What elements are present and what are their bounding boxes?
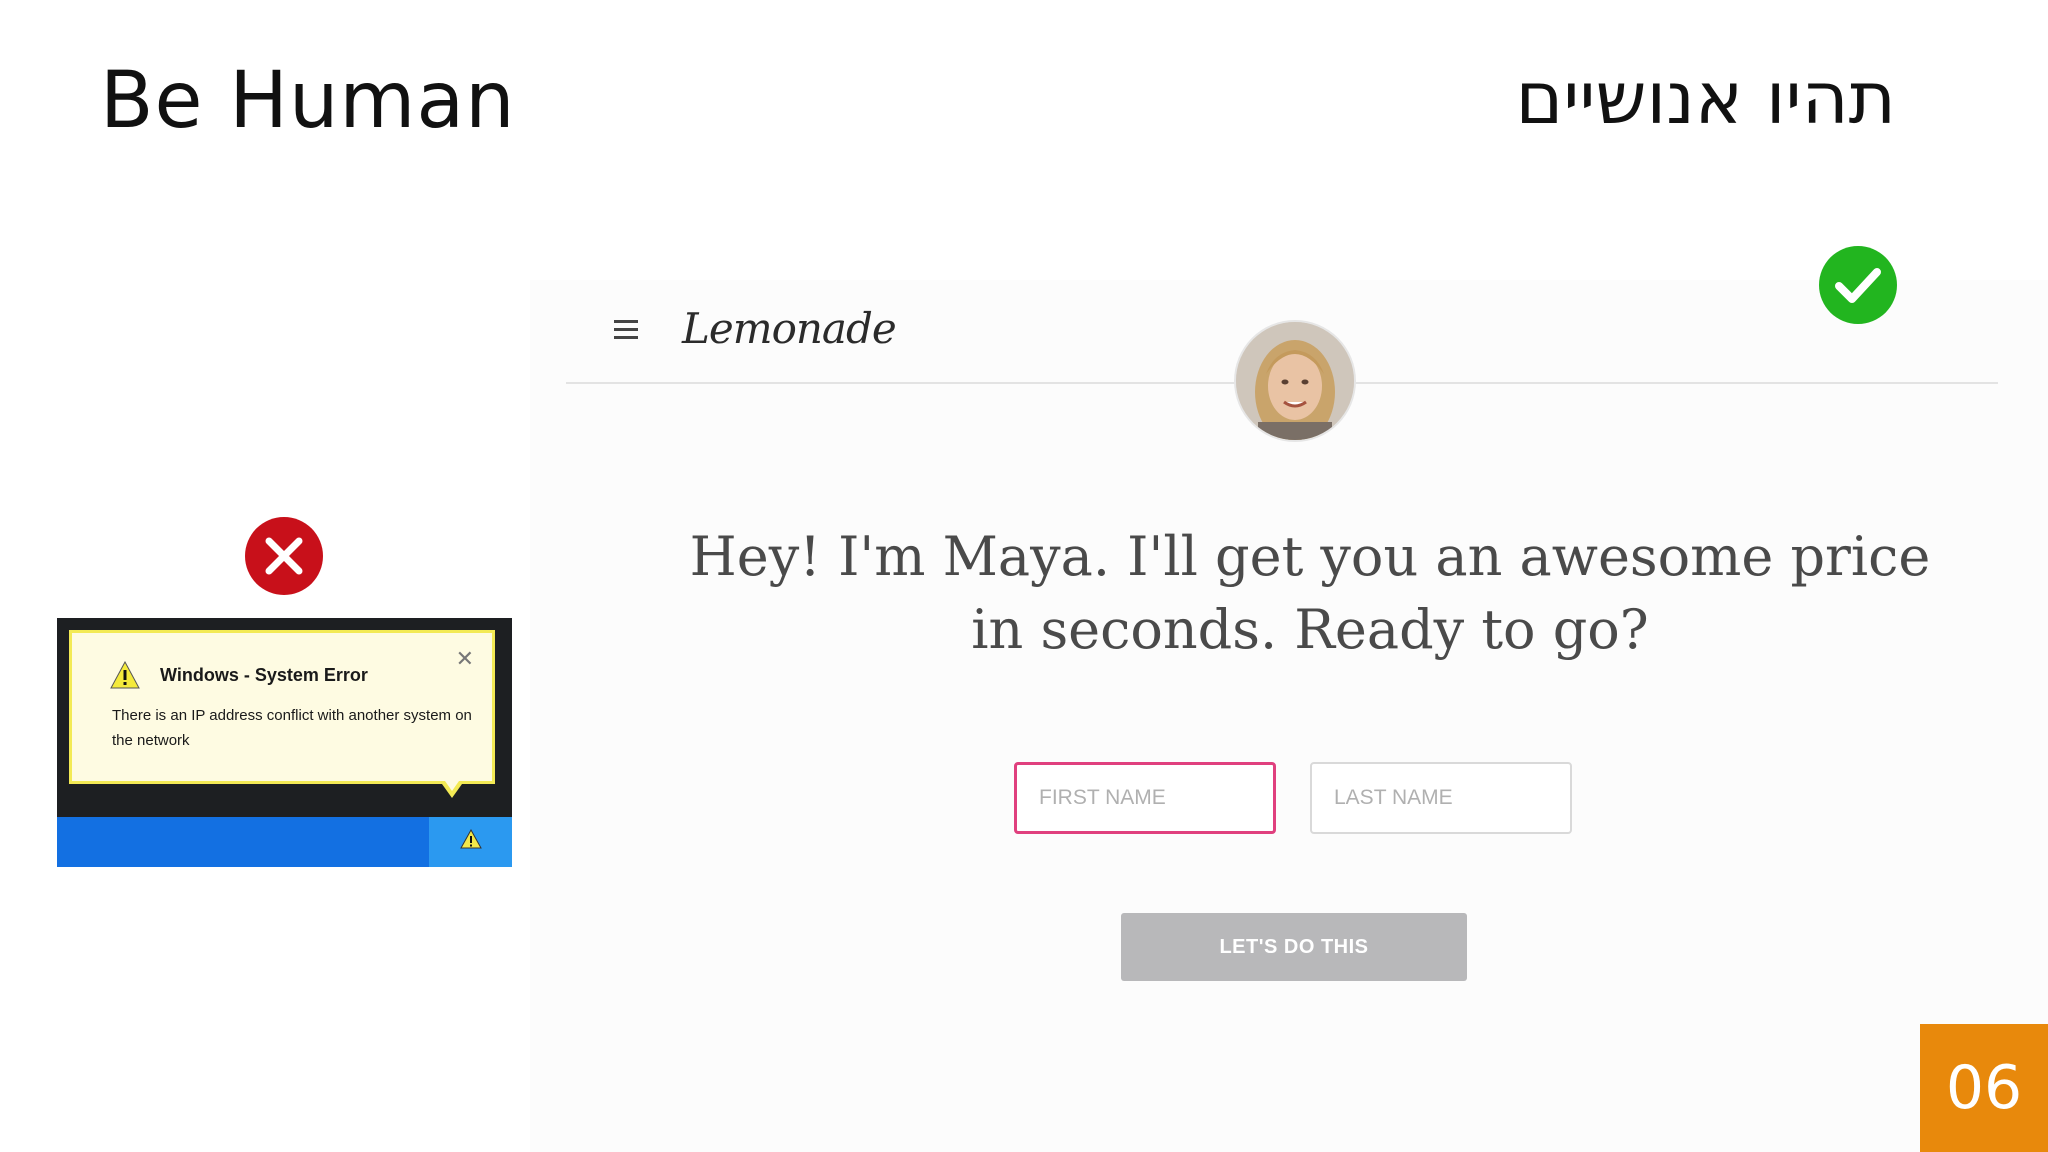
maya-avatar — [1236, 322, 1354, 440]
error-balloon: Windows - System Error ✕ There is an IP … — [69, 630, 495, 784]
close-icon[interactable]: ✕ — [456, 649, 474, 671]
page-number-badge: 06 — [1920, 1024, 2048, 1152]
lemonade-screenshot: Lemonade Hey! I'm Maya. I'll get you an … — [530, 280, 2048, 1152]
slide-title-english: Be Human — [100, 56, 516, 146]
slide-title-hebrew: תהיו אנושיים — [1515, 56, 1896, 140]
first-name-input[interactable] — [1014, 762, 1276, 834]
error-title: Windows - System Error — [160, 665, 368, 685]
windows-error-screenshot: Windows - System Error ✕ There is an IP … — [57, 618, 512, 867]
tray-warning-icon[interactable] — [460, 829, 482, 849]
hamburger-menu-icon[interactable] — [614, 320, 638, 340]
last-name-input[interactable] — [1310, 762, 1572, 834]
maya-greeting: Hey! I'm Maya. I'll get you an awesome p… — [689, 525, 1931, 661]
warning-icon — [110, 661, 140, 689]
error-message: There is an IP address conflict with ano… — [112, 707, 472, 749]
system-tray — [429, 817, 512, 867]
lets-do-this-button[interactable]: LET'S DO THIS — [1121, 913, 1467, 981]
lemonade-logo[interactable]: Lemonade — [682, 304, 897, 353]
green-check-icon — [1818, 245, 1898, 325]
red-x-icon — [244, 516, 324, 596]
slide: Be Human תהיו אנושיים Lemonade Hey! I'm … — [0, 0, 2048, 1152]
